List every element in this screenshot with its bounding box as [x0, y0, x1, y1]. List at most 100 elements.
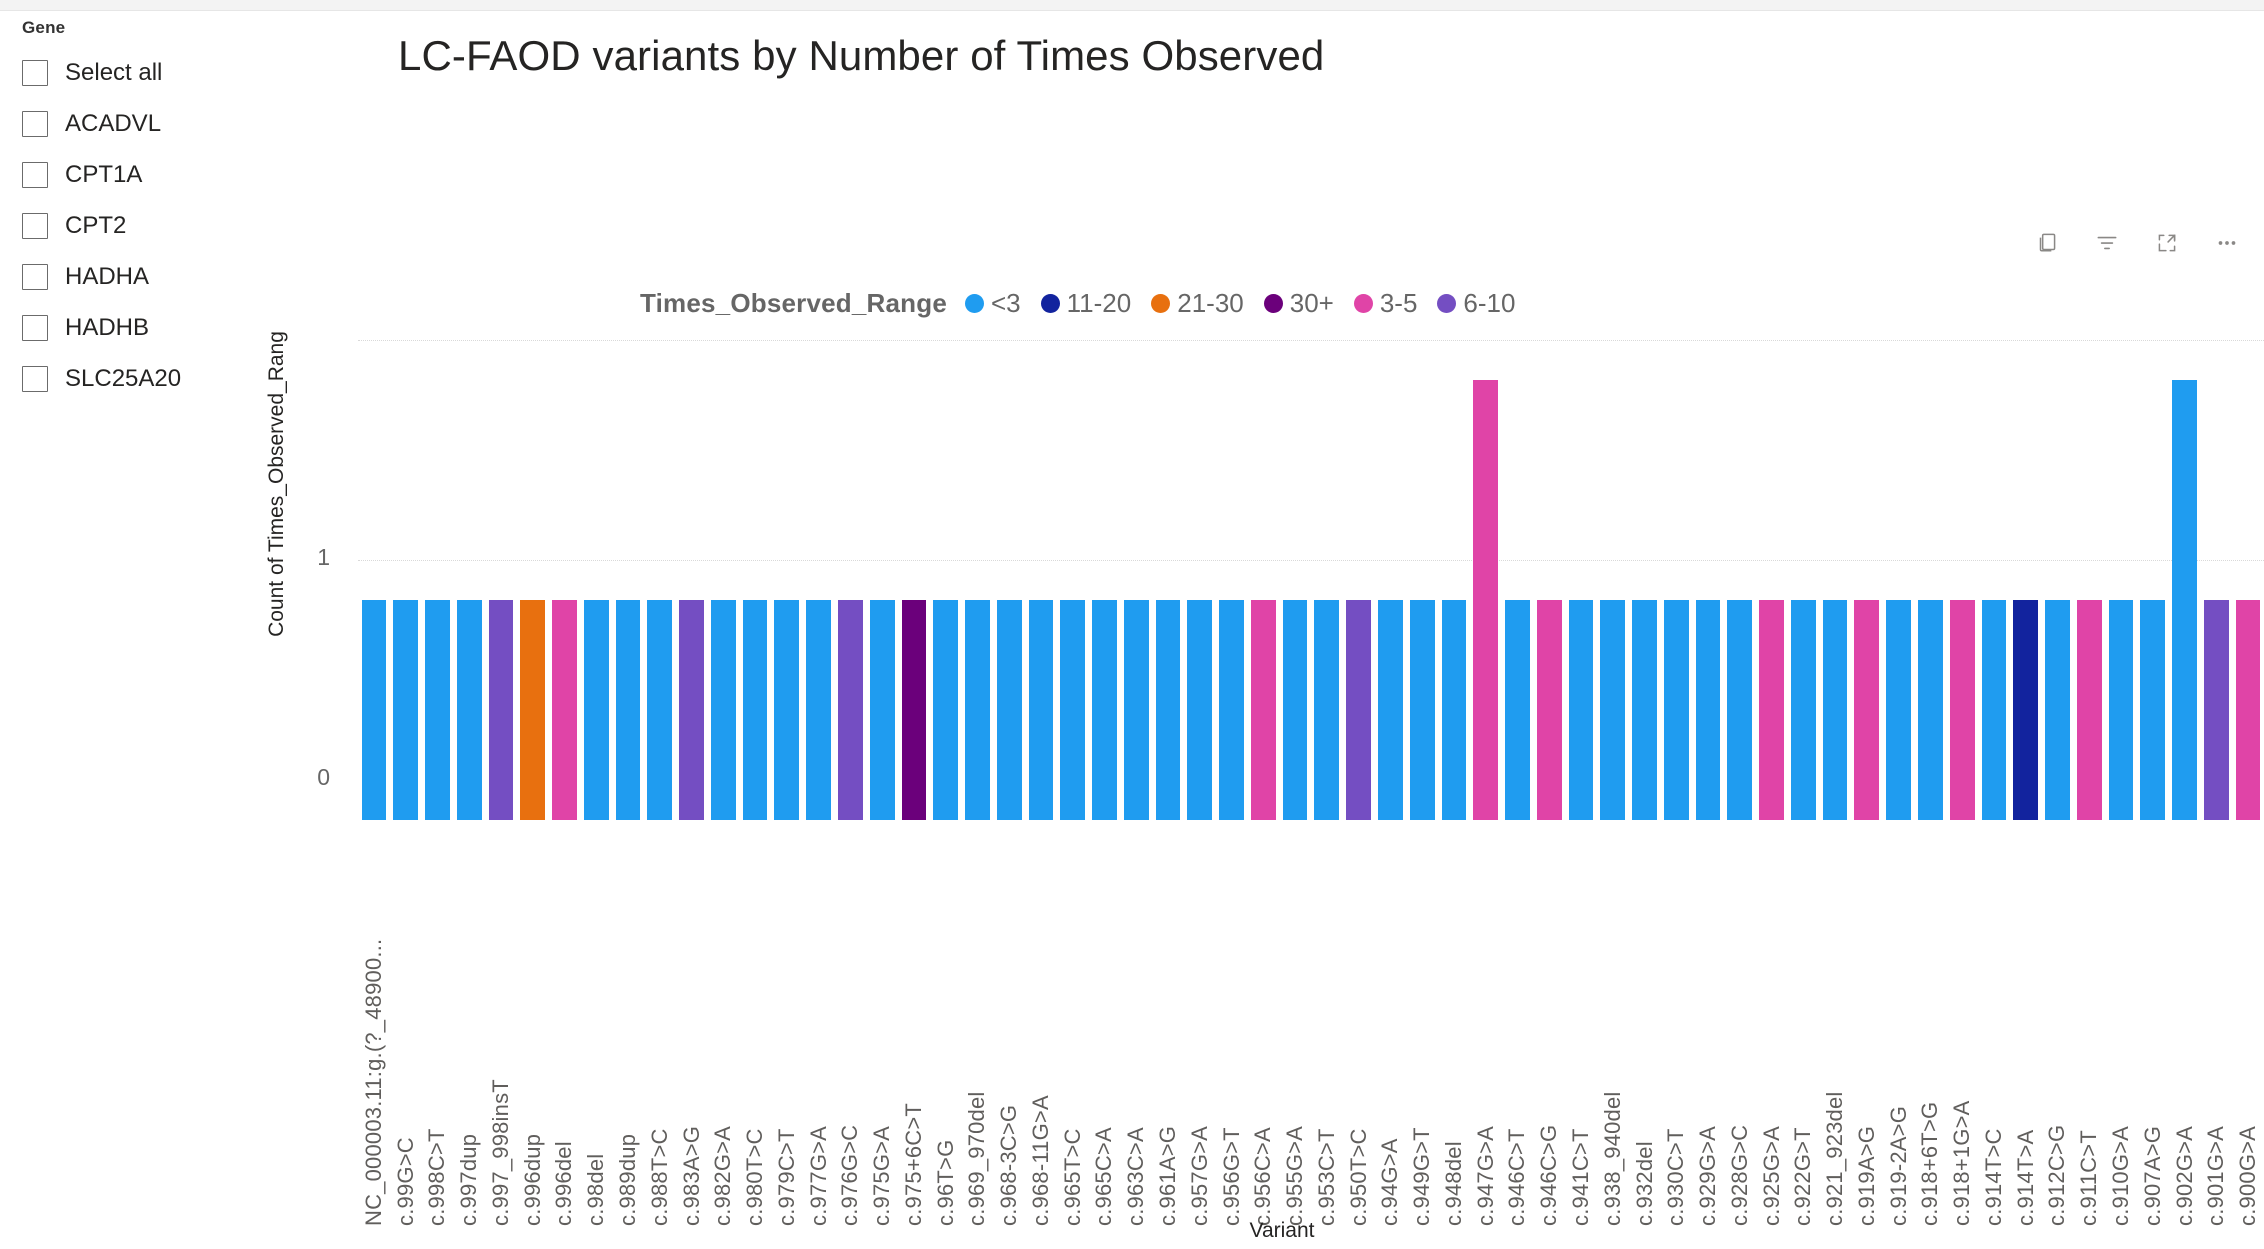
- bar[interactable]: [2108, 600, 2134, 820]
- bar[interactable]: [1473, 380, 1499, 820]
- bar[interactable]: [1505, 600, 1530, 820]
- legend-item-11-20[interactable]: 11-20: [1040, 288, 1131, 319]
- bar[interactable]: [583, 600, 609, 820]
- bar[interactable]: [806, 600, 831, 820]
- bar[interactable]: [552, 600, 577, 820]
- bar[interactable]: [1314, 600, 1340, 820]
- legend-item-21-30[interactable]: 21-30: [1151, 288, 1244, 319]
- bar[interactable]: [774, 600, 800, 820]
- checkbox-cpt2[interactable]: [22, 212, 48, 239]
- filter-icon[interactable]: [2092, 228, 2122, 258]
- bar[interactable]: [2076, 600, 2102, 820]
- bar[interactable]: [425, 600, 450, 820]
- slicer-item-cpt2[interactable]: CPT2: [22, 200, 252, 251]
- bar[interactable]: [1123, 600, 1149, 820]
- bar[interactable]: [2172, 380, 2197, 820]
- bar[interactable]: [1219, 600, 1244, 820]
- slicer-item-select-all[interactable]: Select all: [22, 47, 252, 98]
- x-tick-label: c.94G>A: [1377, 1138, 1403, 1226]
- bar[interactable]: [1568, 600, 1594, 820]
- checkbox-cpt1a[interactable]: [22, 161, 48, 188]
- bar[interactable]: [520, 600, 546, 820]
- bar[interactable]: [1663, 600, 1689, 820]
- bar[interactable]: [1695, 600, 1721, 820]
- bar[interactable]: [837, 600, 863, 820]
- bar[interactable]: [1155, 600, 1181, 820]
- bar[interactable]: [1632, 600, 1657, 820]
- bar[interactable]: [361, 600, 387, 820]
- x-tick-label: c.983A>G: [678, 1125, 704, 1226]
- copy-icon[interactable]: [2032, 228, 2062, 258]
- checkbox-acadvl[interactable]: [22, 110, 48, 137]
- x-tick-label: c.918+6T>G: [1917, 1101, 1943, 1226]
- bar[interactable]: [965, 600, 990, 820]
- bar[interactable]: [1409, 600, 1435, 820]
- checkbox-hadha[interactable]: [22, 263, 48, 290]
- bar[interactable]: [1536, 600, 1562, 820]
- legend-item-3[interactable]: <3: [965, 288, 1021, 319]
- slicer-item-slc25a20[interactable]: SLC25A20: [22, 353, 252, 404]
- x-tick-label: c.99G>C: [392, 1137, 418, 1226]
- slicer-item-cpt1a[interactable]: CPT1A: [22, 149, 252, 200]
- x-tick-label: c.946C>T: [1504, 1128, 1530, 1226]
- x-label-slot: c.997_998insT: [485, 836, 517, 1226]
- bar[interactable]: [933, 600, 959, 820]
- slicer-item-hadha[interactable]: HADHA: [22, 251, 252, 302]
- bar[interactable]: [2045, 600, 2070, 820]
- bar[interactable]: [1060, 600, 1086, 820]
- bar[interactable]: [1822, 600, 1848, 820]
- bar[interactable]: [1886, 600, 1912, 820]
- bar[interactable]: [869, 600, 895, 820]
- bar[interactable]: [1282, 600, 1308, 820]
- checkbox-slc25a20[interactable]: [22, 365, 48, 392]
- bar[interactable]: [1028, 600, 1054, 820]
- bar-slot: [1216, 380, 1248, 820]
- bar[interactable]: [456, 600, 482, 820]
- bar[interactable]: [1790, 600, 1816, 820]
- bar[interactable]: [1759, 600, 1784, 820]
- checkbox-hadhb[interactable]: [22, 314, 48, 341]
- bar[interactable]: [488, 600, 514, 820]
- bar[interactable]: [1187, 600, 1213, 820]
- bar-slot: [1978, 380, 2010, 820]
- bar[interactable]: [1918, 600, 1943, 820]
- more-options-icon[interactable]: [2212, 228, 2242, 258]
- bar[interactable]: [393, 600, 419, 820]
- x-label-slot: c.982G>A: [707, 836, 739, 1226]
- bar[interactable]: [710, 600, 736, 820]
- bar[interactable]: [2235, 600, 2261, 820]
- bar-slot: [390, 380, 422, 820]
- bar[interactable]: [679, 600, 704, 820]
- bar[interactable]: [1378, 600, 1403, 820]
- plot-area: Count of Times_Observed_Rang 0 1: [265, 331, 2264, 820]
- bar[interactable]: [647, 600, 673, 820]
- legend-item-30[interactable]: 30+: [1263, 288, 1334, 319]
- bar[interactable]: [1981, 600, 2007, 820]
- bar[interactable]: [1727, 600, 1753, 820]
- checkbox-select-all[interactable]: [22, 59, 48, 86]
- legend-item-3-5[interactable]: 3-5: [1353, 288, 1417, 319]
- bar[interactable]: [1250, 600, 1276, 820]
- legend-item-6-10[interactable]: 6-10: [1437, 288, 1515, 319]
- bar[interactable]: [2203, 600, 2229, 820]
- bar[interactable]: [1346, 600, 1371, 820]
- slicer-item-acadvl[interactable]: ACADVL: [22, 98, 252, 149]
- bar[interactable]: [1949, 600, 1975, 820]
- slicer-item-hadhb[interactable]: HADHB: [22, 302, 252, 353]
- bar-slot: [1502, 380, 1534, 820]
- x-label-slot: c.968-3C>G: [993, 836, 1025, 1226]
- bar[interactable]: [742, 600, 768, 820]
- bar[interactable]: [1441, 600, 1467, 820]
- bar[interactable]: [1600, 600, 1626, 820]
- bar-slot: [739, 380, 771, 820]
- bar[interactable]: [1854, 600, 1880, 820]
- bar[interactable]: [1092, 600, 1117, 820]
- bar[interactable]: [996, 600, 1022, 820]
- bar[interactable]: [901, 600, 927, 820]
- focus-mode-icon[interactable]: [2152, 228, 2182, 258]
- bar[interactable]: [615, 600, 641, 820]
- bar[interactable]: [2013, 600, 2039, 820]
- bar[interactable]: [2140, 600, 2166, 820]
- y-tick-label: 0: [317, 764, 330, 790]
- x-tick-label: NC_000003.11:g.(?_48900...: [360, 938, 386, 1226]
